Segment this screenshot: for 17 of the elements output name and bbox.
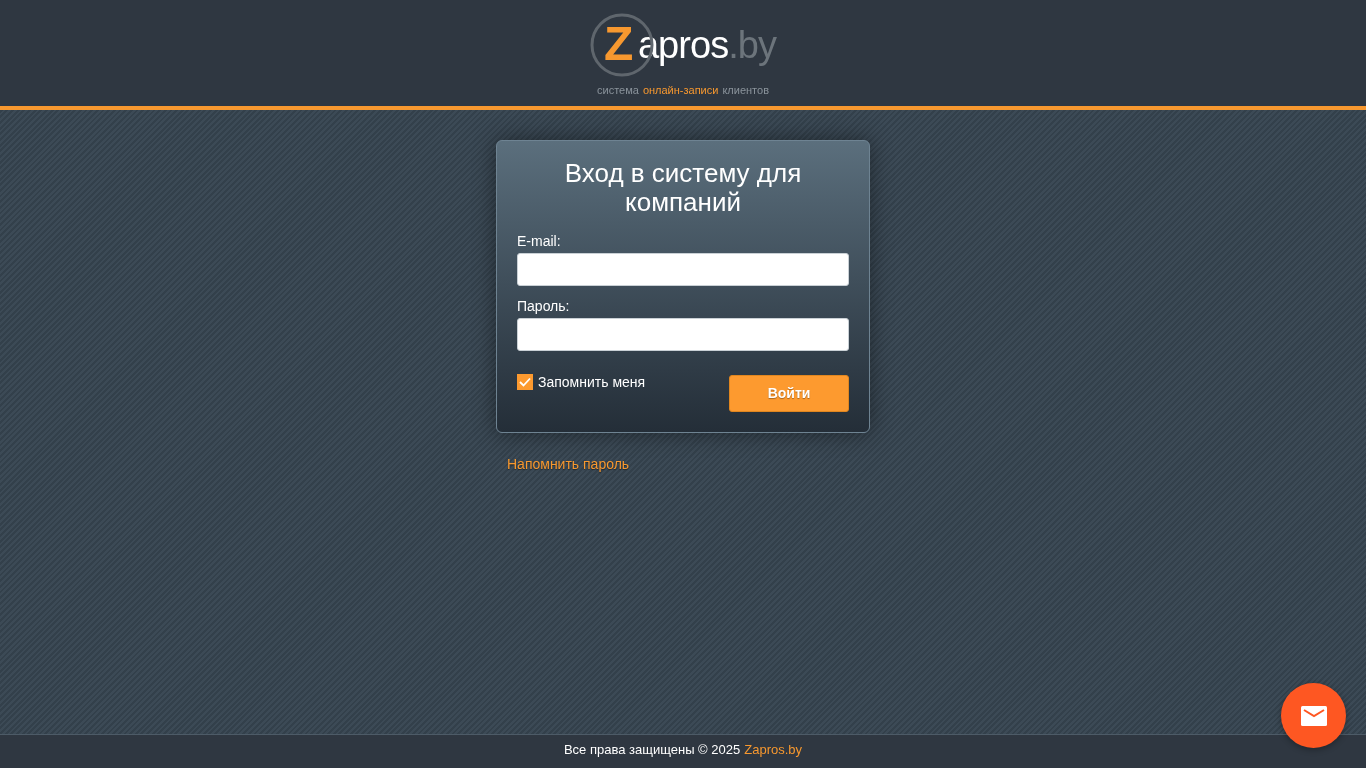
logo-domain: .by <box>728 23 777 67</box>
checkmark-icon <box>519 377 531 387</box>
checkbox[interactable] <box>517 374 533 390</box>
footer-link[interactable]: Zapros.by <box>744 739 803 760</box>
tagline: система онлайн-записи клиентов <box>597 83 769 97</box>
input-field[interactable] <box>517 318 849 351</box>
field-label: E-mail: <box>517 232 562 250</box>
copyright-text: Все права защищены © 2025 <box>563 740 741 759</box>
field-label: Пароль: <box>517 297 571 315</box>
remember-label: Запомнить меня <box>538 373 646 391</box>
envelope-icon <box>1300 705 1327 726</box>
forgot-password-link[interactable]: Напомнить пароль <box>507 456 630 472</box>
login-title: Вход в систему для компаний <box>563 159 803 217</box>
logo-wordmark: apros <box>637 23 729 67</box>
mail-button[interactable] <box>1281 683 1346 748</box>
input-field[interactable] <box>517 253 849 286</box>
logo-initial: Z <box>603 19 634 69</box>
